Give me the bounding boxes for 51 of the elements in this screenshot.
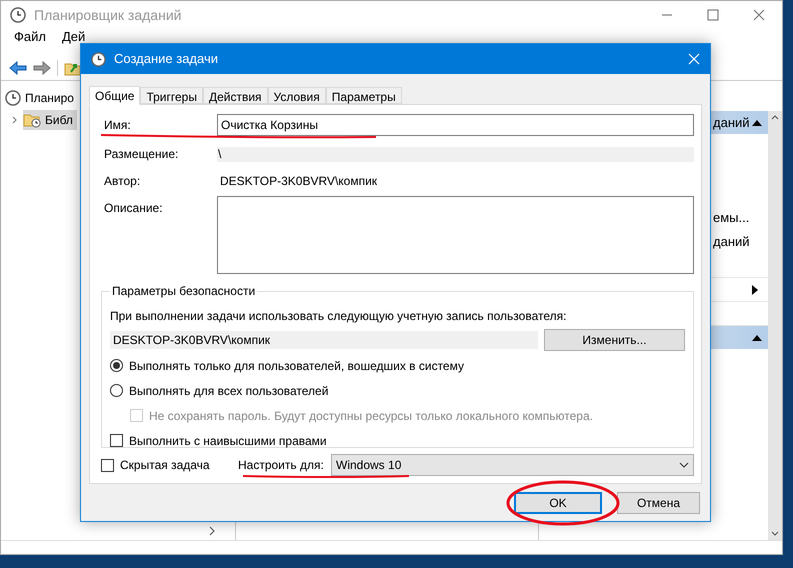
option-label: Выполнять для всех пользователей bbox=[129, 382, 328, 400]
checkbox[interactable] bbox=[110, 434, 123, 447]
clock-icon bbox=[91, 52, 106, 66]
field-label: Описание: bbox=[104, 200, 164, 217]
field-label: Имя: bbox=[104, 117, 132, 134]
chevron-icon[interactable] bbox=[11, 116, 19, 124]
option-label: Выполнить с наивысшими правами bbox=[129, 432, 327, 450]
tab[interactable]: Параметры bbox=[326, 87, 402, 104]
window-title: Планировщик заданий bbox=[34, 6, 182, 25]
menu-item[interactable]: Дей bbox=[62, 29, 86, 44]
option-label: Не сохранять пароль. Будут доступны ресурсы только локального компьютера. bbox=[149, 408, 593, 424]
change-button[interactable]: Изменить... bbox=[544, 329, 685, 351]
dialog-title: Создание задачи bbox=[114, 50, 218, 68]
option-label: Выполнять только для пользователей, вошедших в систему bbox=[129, 358, 464, 374]
scroll-up-icon[interactable] bbox=[771, 114, 779, 120]
clock-icon bbox=[10, 7, 26, 23]
collapse-icon bbox=[752, 120, 762, 126]
scroll-down-icon[interactable] bbox=[771, 531, 779, 537]
location-field: \ bbox=[217, 146, 694, 162]
back-arrow-icon[interactable] bbox=[9, 61, 27, 75]
name-field[interactable]: Очистка Корзины bbox=[217, 114, 694, 136]
field-label: Настроить для: bbox=[238, 457, 325, 474]
dialog-button[interactable]: Отмена bbox=[617, 492, 700, 514]
folder-clock-icon bbox=[23, 112, 41, 128]
tree-item[interactable]: Библ bbox=[23, 110, 77, 130]
radio-button[interactable] bbox=[110, 384, 123, 397]
field-label: Автор: bbox=[104, 173, 142, 190]
close-icon[interactable] bbox=[688, 53, 700, 65]
checkbox[interactable] bbox=[101, 458, 114, 472]
tab[interactable]: Триггеры bbox=[140, 87, 203, 104]
collapse-icon bbox=[752, 334, 762, 340]
scrollbar[interactable] bbox=[768, 111, 782, 540]
clock-icon bbox=[5, 90, 21, 106]
dialog-button[interactable]: OK bbox=[514, 492, 602, 514]
os-dropdown[interactable]: Windows 10 bbox=[331, 454, 694, 476]
account-field: DESKTOP-3K0BVRV\компик bbox=[110, 331, 538, 349]
radio-button[interactable] bbox=[110, 359, 123, 372]
menu-item[interactable]: Файл bbox=[14, 29, 46, 44]
tab[interactable]: Действия bbox=[202, 87, 268, 104]
account-prompt: При выполнении задачи использовать следующую учетную запись пользователя: bbox=[110, 308, 568, 325]
scroll-right-icon[interactable] bbox=[209, 526, 215, 536]
group-title: Параметры безопасности bbox=[111, 283, 256, 300]
tab[interactable]: Условия bbox=[268, 87, 326, 104]
tab[interactable]: Общие bbox=[89, 86, 140, 105]
forward-arrow-icon[interactable] bbox=[33, 61, 51, 75]
field-label: Размещение: bbox=[104, 146, 180, 163]
author-value: DESKTOP-3K0BVRV\компик bbox=[219, 173, 378, 190]
checkbox-label: Скрытая задача bbox=[120, 457, 210, 474]
tree-item[interactable]: Планиро bbox=[5, 88, 78, 108]
description-field[interactable] bbox=[217, 196, 694, 274]
submenu-arrow-icon bbox=[752, 284, 758, 294]
